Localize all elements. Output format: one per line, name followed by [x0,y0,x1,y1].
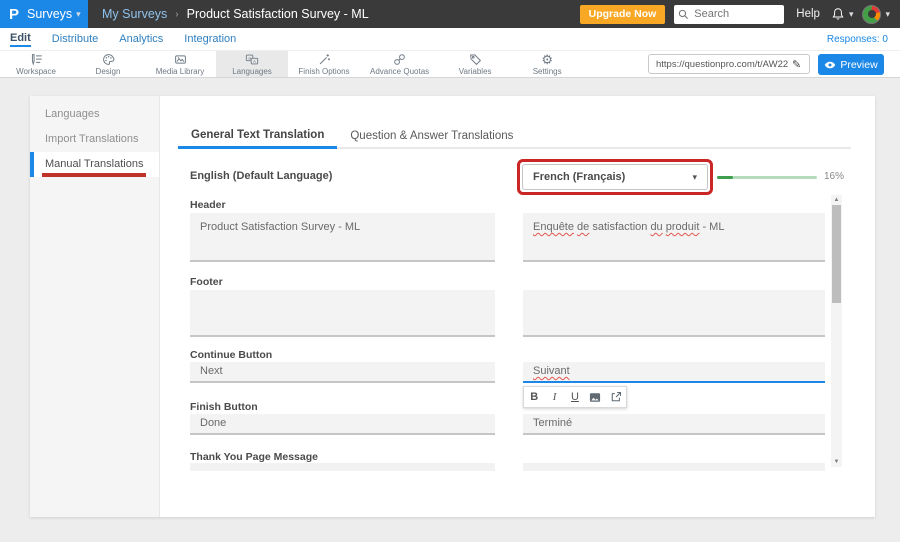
toolbar-item-media-library[interactable]: Media Library [144,51,216,77]
upgrade-now-button[interactable]: Upgrade Now [580,5,666,24]
field-label-footer: Footer [190,276,223,288]
finish-french-input[interactable]: Terminé [523,414,825,435]
thankyou-french-textarea[interactable] [523,463,825,471]
search-input[interactable] [692,7,776,21]
underline-button[interactable]: U [566,388,584,406]
bold-button[interactable]: B [525,388,543,406]
help-link[interactable]: Help [796,8,820,20]
continue-french-input[interactable]: Suivant [523,362,825,383]
field-label-header: Header [190,199,226,211]
toolbar-item-workspace[interactable]: Workspace [0,51,72,77]
svg-text:A: A [253,59,256,64]
edit-toolbar: Workspace Design Media Library aA Langua… [0,50,900,78]
tab-general-text-translation[interactable]: General Text Translation [178,124,337,149]
translation-tabs: General Text Translation Question & Answ… [178,124,851,149]
languages-translate-icon: aA [245,53,259,66]
continue-english-input[interactable]: Next [190,362,495,383]
toolbar-item-settings[interactable]: ⚙ Settings [511,51,583,77]
default-language-label: English (Default Language) [190,170,332,182]
topbar: P Surveys ▾ My Surveys › Product Satisfa… [0,0,900,28]
header-english-textarea[interactable]: Product Satisfaction Survey - ML [190,213,495,262]
italic-button[interactable]: I [546,388,564,406]
sidebar-item-manual-translations[interactable]: Manual Translations [30,152,159,177]
finish-english-input[interactable]: Done [190,414,495,435]
surveys-app-menu[interactable]: P Surveys ▾ [0,0,88,28]
eye-icon [824,61,836,69]
image-icon [589,392,601,403]
insert-image-button[interactable] [586,388,604,406]
global-search-box[interactable] [674,5,784,24]
design-palette-icon [102,53,115,66]
rich-text-toolbar: B I U [523,386,627,408]
responses-count[interactable]: Responses: 0 [827,34,888,45]
target-language-dropdown[interactable]: French (Français) ▾ [522,164,708,190]
nav-tab-distribute[interactable]: Distribute [52,33,98,45]
avatar[interactable] [862,5,881,24]
translations-sidebar: Languages Import Translations Manual Tra… [30,96,160,517]
insert-link-button[interactable] [607,388,625,406]
chevron-down-icon[interactable]: ▾ [885,9,890,20]
magic-wand-icon [318,53,331,66]
breadcrumb-my-surveys[interactable]: My Surveys [102,7,167,21]
progress-fill [717,176,733,179]
survey-nav: Edit Distribute Analytics Integration Re… [0,28,900,50]
nav-tab-edit[interactable]: Edit [10,32,31,47]
translations-panel: Languages Import Translations Manual Tra… [30,96,875,517]
edit-url-pencil-icon[interactable]: ✎ [792,58,801,71]
toolbar-item-advance-quotas[interactable]: Advance Quotas [360,51,439,77]
preview-button[interactable]: Preview [818,54,884,75]
nav-tab-analytics[interactable]: Analytics [119,33,163,45]
tab-question-answer-translations[interactable]: Question & Answer Translations [337,124,526,147]
workspace-icon [30,53,43,66]
field-label-finish-button: Finish Button [190,401,258,413]
topbar-actions: Upgrade Now Help ▾ ▾ [580,5,900,24]
questionpro-logo: P [9,6,19,23]
tag-icon [469,53,482,66]
scroll-down-arrow-icon[interactable]: ▼ [831,457,842,467]
chevron-down-icon: ▾ [76,9,81,20]
survey-url-box: ✎ [648,54,810,74]
fields-scrollbar[interactable]: ▲ ▼ [831,195,842,467]
breadcrumb: My Surveys › Product Satisfaction Survey… [102,7,369,21]
progress-percent: 16% [824,171,844,182]
breadcrumb-survey-title: Product Satisfaction Survey - ML [187,7,369,21]
toolbar-item-design[interactable]: Design [72,51,144,77]
surveys-menu-label: Surveys [27,7,72,21]
dropdown-caret-icon: ▾ [692,172,697,183]
thankyou-english-textarea[interactable] [190,463,495,471]
field-label-continue-button: Continue Button [190,349,272,361]
notifications-bell-icon[interactable] [831,7,845,21]
scrollbar-thumb[interactable] [832,205,841,303]
field-label-thank-you: Thank You Page Message [190,451,318,463]
toolbar-item-variables[interactable]: Variables [439,51,511,77]
footer-english-textarea[interactable] [190,290,495,337]
footer-french-textarea[interactable] [523,290,825,337]
scroll-up-arrow-icon[interactable]: ▲ [831,195,842,205]
gear-icon: ⚙ [541,53,553,66]
breadcrumb-separator-icon: › [175,9,178,20]
nav-tab-integration[interactable]: Integration [184,33,236,45]
media-library-icon [174,53,187,66]
survey-url-input[interactable] [649,59,792,70]
sidebar-item-languages[interactable]: Languages [30,102,159,127]
chain-links-icon [393,53,406,66]
toolbar-item-languages[interactable]: aA Languages [216,51,288,77]
red-annotation-underline [42,173,146,177]
toolbar-item-finish-options[interactable]: Finish Options [288,51,360,77]
chevron-down-icon[interactable]: ▾ [849,9,854,20]
translation-progress-bar [717,176,817,179]
sidebar-item-import-translations[interactable]: Import Translations [30,127,159,152]
search-icon [678,9,689,20]
external-link-icon [610,391,622,403]
header-french-textarea[interactable]: Enquête de satisfaction du produit - ML [523,213,825,262]
